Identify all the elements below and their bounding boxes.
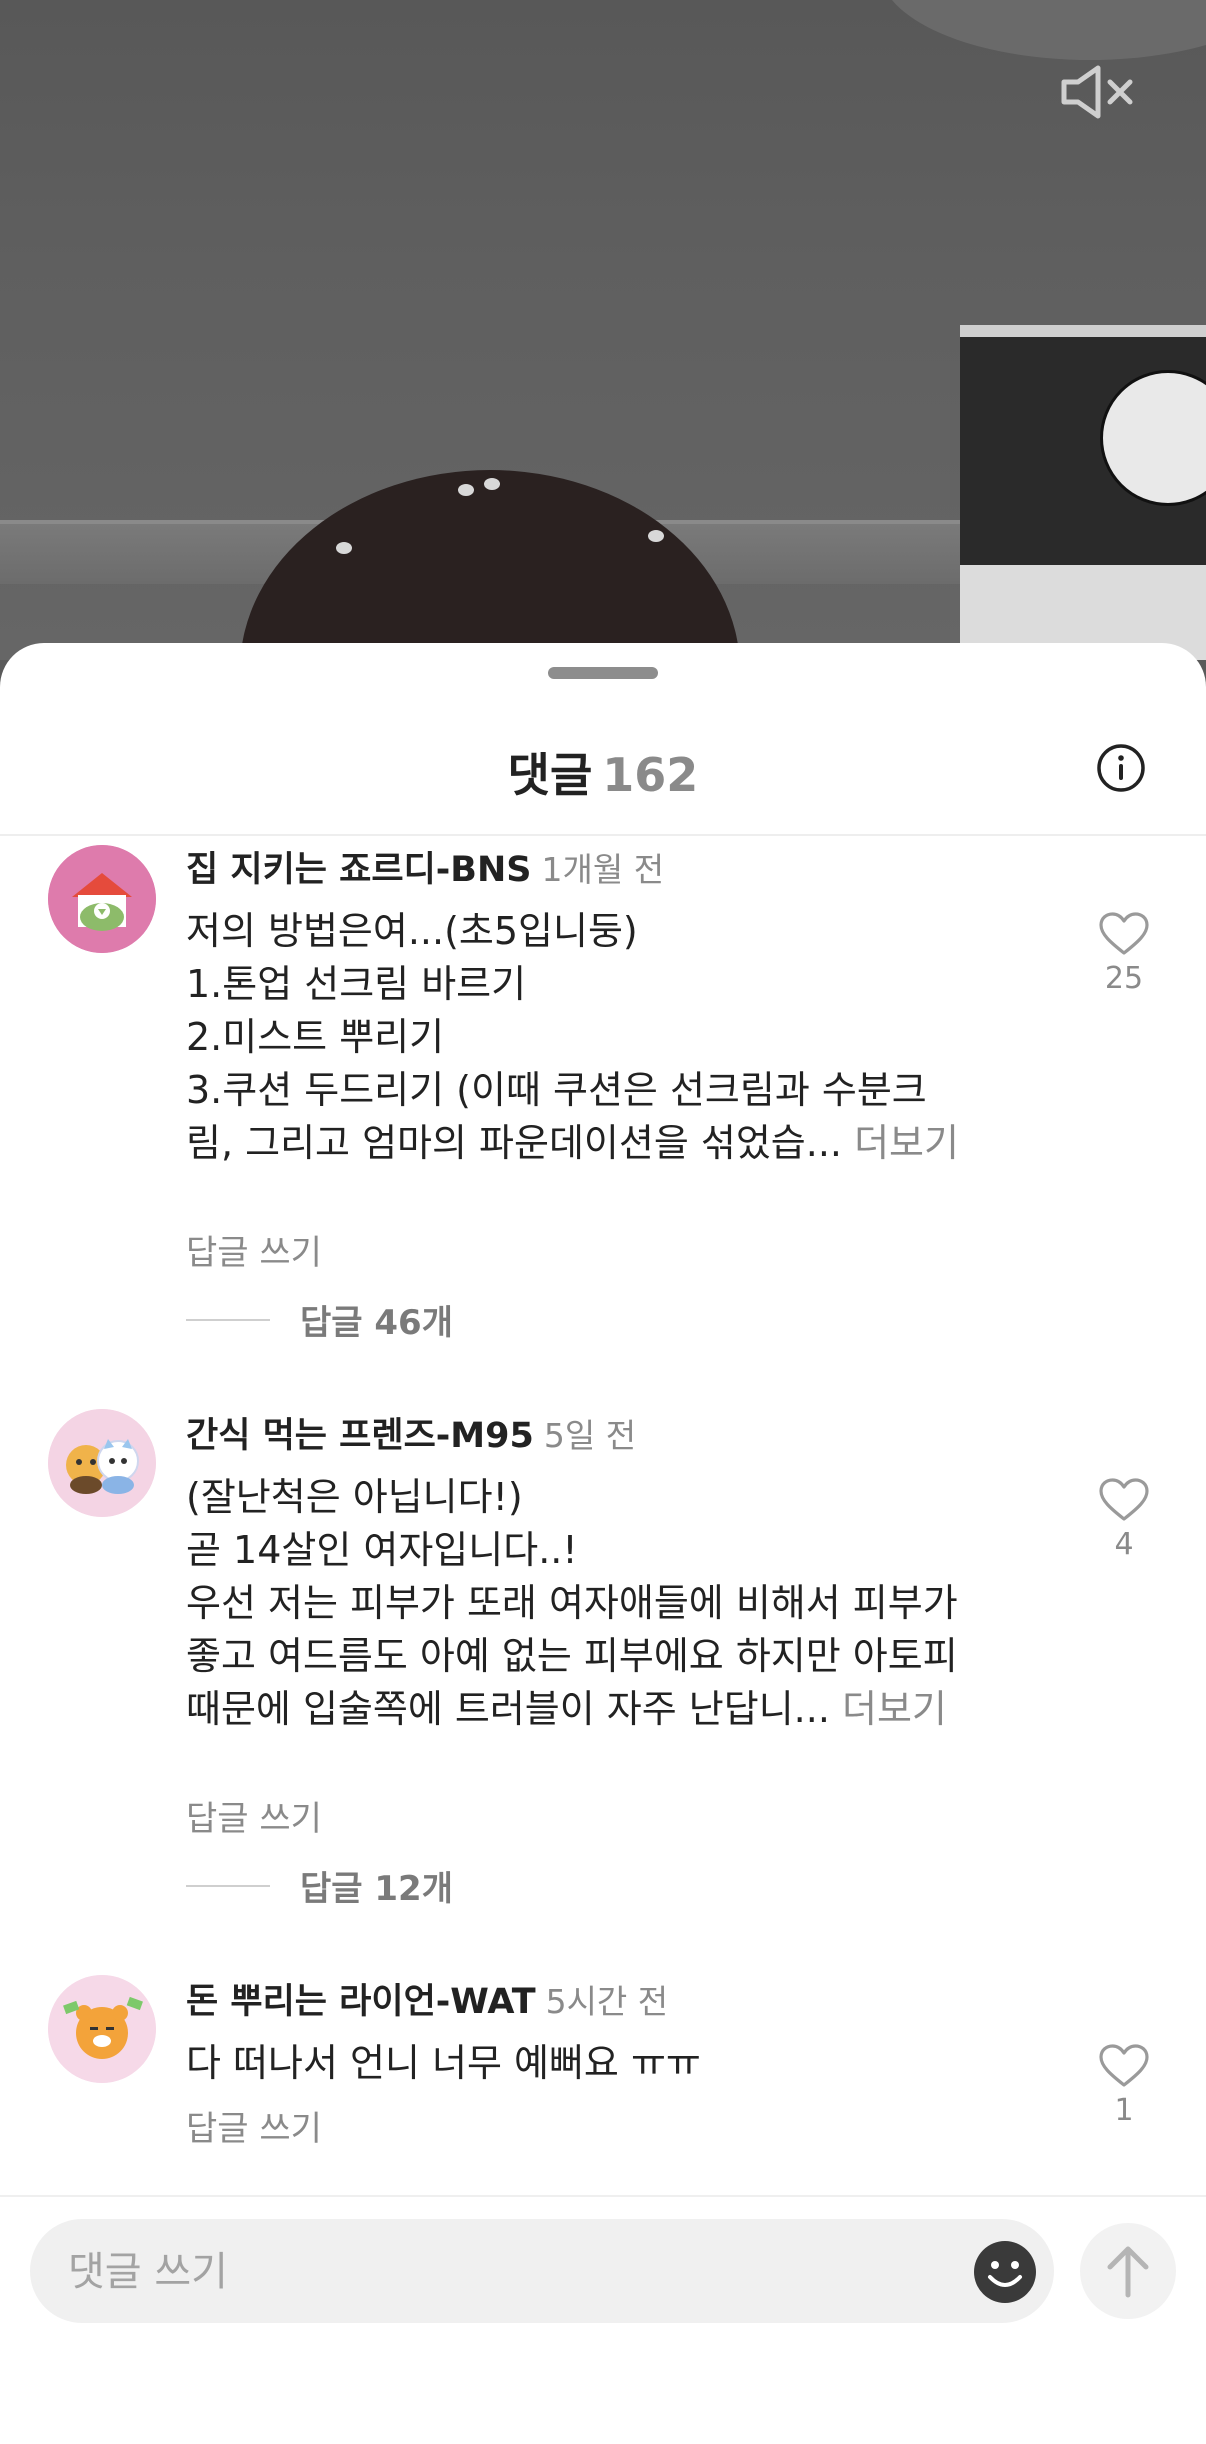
comment-input[interactable] <box>66 2219 950 2325</box>
comment-line: (잘난척은 아닙니다!) <box>186 1475 523 1519</box>
like-count: 1 <box>1114 2093 1134 2128</box>
replies-rule <box>186 1884 270 1887</box>
comment-line: 곧 14살인 여자입니다..! <box>186 1528 578 1572</box>
comment-body: (잘난척은 아닙니다!) 곧 14살인 여자입니다..! 우선 저는 피부가 또… <box>186 1471 1006 1736</box>
header-divider <box>0 834 1206 836</box>
comment-body: 다 떠나서 언니 너무 예뻐요 ㅠㅠ <box>186 2037 1006 2090</box>
hair-clip <box>484 478 500 490</box>
ceiling-light <box>880 0 1206 60</box>
write-reply-button[interactable]: 답글 쓰기 <box>186 1791 322 1840</box>
write-reply-button[interactable]: 답글 쓰기 <box>186 1225 322 1274</box>
comment-line: 다 떠나서 언니 너무 예뻐요 ㅠㅠ <box>186 2041 701 2085</box>
view-replies-button[interactable]: 답글 46개 <box>186 1295 453 1344</box>
comment-author[interactable]: 집 지키는 죠르디-BNS <box>186 850 531 890</box>
info-icon[interactable] <box>1096 743 1146 793</box>
comment-line: 때문에 입술쪽에 트러블이 자주 난답니... <box>186 1687 830 1731</box>
hair-clip <box>336 542 352 554</box>
like-button[interactable]: 4 <box>1094 1477 1154 1562</box>
comments-sheet: 댓글 162 집 지키는 죠르디-BNS 1개월 전 저의 방법은여...(초5입니… <box>0 643 1206 2444</box>
comment-line: 우선 저는 피부가 또래 여자애들에 비해서 피부가 <box>186 1581 958 1625</box>
heart-outline-icon <box>1099 1478 1149 1521</box>
avatar[interactable] <box>48 1409 156 1517</box>
hair-clip <box>458 484 474 496</box>
comment-time: 5시간 전 <box>545 1982 669 2021</box>
send-button[interactable] <box>1080 2223 1176 2319</box>
video-background <box>0 0 1206 660</box>
like-button[interactable]: 1 <box>1094 2043 1154 2128</box>
see-more-link[interactable]: 더보기 <box>842 1687 947 1731</box>
comment-line: 림, 그리고 엄마의 파운데이션을 섞었습... <box>186 1121 842 1165</box>
comment-author[interactable]: 돈 뿌리는 라이언-WAT <box>186 1982 536 2022</box>
comment-meta: 돈 뿌리는 라이언-WAT 5시간 전 <box>186 1973 668 2024</box>
comment-author[interactable]: 간식 먹는 프렌즈-M95 <box>186 1416 534 1456</box>
like-count: 4 <box>1114 1527 1134 1562</box>
person-hair <box>240 470 740 660</box>
comment-time: 5일 전 <box>543 1416 637 1455</box>
avatar[interactable] <box>48 1975 156 2083</box>
comment-meta: 간식 먹는 프렌즈-M95 5일 전 <box>186 1407 636 1458</box>
smiley-icon[interactable] <box>972 2239 1038 2305</box>
like-button[interactable]: 25 <box>1094 911 1154 996</box>
speaker-muted-icon[interactable] <box>1058 62 1134 122</box>
drag-handle[interactable] <box>548 667 658 679</box>
comment-meta: 집 지키는 죠르디-BNS 1개월 전 <box>186 841 664 892</box>
replies-rule <box>186 1318 270 1321</box>
comment-body: 저의 방법은여...(초5입니둥) 1.톤업 선크림 바르기 2.미스트 뿌리기… <box>186 905 1006 1170</box>
input-divider <box>0 2195 1206 2197</box>
write-reply-button[interactable]: 답글 쓰기 <box>186 2101 322 2150</box>
comment-time: 1개월 전 <box>541 850 665 889</box>
comment-line: 좋고 여드름도 아예 없는 피부에요 하지만 아토피 <box>186 1634 958 1678</box>
heart-outline-icon <box>1099 912 1149 955</box>
hair-clip <box>648 530 664 542</box>
heart-outline-icon <box>1099 2044 1149 2087</box>
like-count: 25 <box>1104 961 1144 996</box>
comment-line: 2.미스트 뿌리기 <box>186 1015 445 1059</box>
comment-input-bar <box>30 2219 1054 2325</box>
arrow-up-icon <box>1107 2246 1149 2298</box>
replies-count: 답글 46개 <box>300 1303 453 1343</box>
replies-count: 답글 12개 <box>300 1869 453 1909</box>
comment-line: 3.쿠션 두드리기 (이때 쿠션은 선크림과 수분크 <box>186 1068 927 1112</box>
comment-line: 1.톤업 선크림 바르기 <box>186 962 527 1006</box>
comment-count: 162 <box>602 748 699 802</box>
sheet-title: 댓글 162 <box>0 739 1206 805</box>
avatar[interactable] <box>48 845 156 953</box>
sheet-title-label: 댓글 <box>507 748 593 802</box>
view-replies-button[interactable]: 답글 12개 <box>186 1861 453 1910</box>
see-more-link[interactable]: 더보기 <box>854 1121 959 1165</box>
comment-line: 저의 방법은여...(초5입니둥) <box>186 909 638 953</box>
